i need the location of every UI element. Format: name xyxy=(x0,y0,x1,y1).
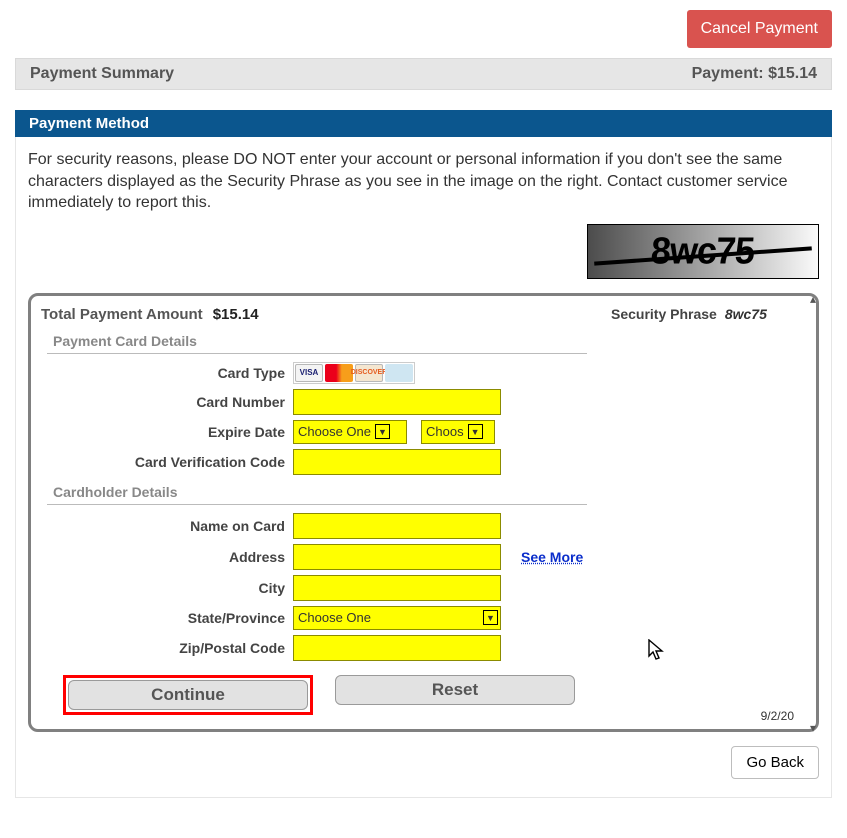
mastercard-icon[interactable] xyxy=(325,364,353,382)
card-number-input[interactable] xyxy=(293,389,501,415)
amex-icon[interactable] xyxy=(385,364,413,382)
expire-year-value: Choos xyxy=(426,424,464,439)
city-input[interactable] xyxy=(293,575,501,601)
state-value: Choose One xyxy=(298,610,371,625)
payment-summary-bar: Payment Summary Payment: $15.14 xyxy=(15,58,832,90)
visa-icon[interactable]: VISA xyxy=(295,364,323,382)
security-message: For security reasons, please DO NOT ente… xyxy=(28,149,819,214)
scroll-down-icon[interactable]: ▾ xyxy=(806,721,820,735)
section-card-details: Payment Card Details xyxy=(47,329,587,354)
label-name: Name on Card xyxy=(41,518,293,534)
chevron-down-icon: ▼ xyxy=(375,424,390,439)
expire-month-select[interactable]: Choose One ▼ xyxy=(293,420,407,444)
label-expire: Expire Date xyxy=(41,424,293,440)
summary-right: Payment: $15.14 xyxy=(692,65,817,83)
footer-date: 9/2/20 xyxy=(761,709,794,723)
label-card-type: Card Type xyxy=(41,365,293,381)
reset-button[interactable]: Reset xyxy=(335,675,575,705)
discover-icon[interactable]: DISCOVER xyxy=(355,364,383,382)
total-label: Total Payment Amount xyxy=(41,306,203,323)
payment-method-header: Payment Method xyxy=(15,110,832,137)
captcha-image: 8wc75 xyxy=(587,224,819,279)
payment-panel: ▴ ▾ Total Payment Amount $15.14 Payment … xyxy=(28,293,819,732)
chevron-down-icon: ▼ xyxy=(468,424,483,439)
scroll-up-icon[interactable]: ▴ xyxy=(806,292,820,306)
see-more-link[interactable]: See More xyxy=(521,549,583,565)
label-address: Address xyxy=(41,549,293,565)
cvc-input[interactable] xyxy=(293,449,501,475)
cancel-payment-button[interactable]: Cancel Payment xyxy=(687,10,832,48)
label-state: State/Province xyxy=(41,610,293,626)
security-phrase-value: 8wc75 xyxy=(725,306,767,322)
expire-year-select[interactable]: Choos ▼ xyxy=(421,420,495,444)
chevron-down-icon: ▼ xyxy=(483,610,498,625)
name-input[interactable] xyxy=(293,513,501,539)
state-select[interactable]: Choose One ▼ xyxy=(293,606,501,630)
continue-button[interactable]: Continue xyxy=(68,680,308,710)
total-amount: $15.14 xyxy=(213,306,259,323)
zip-input[interactable] xyxy=(293,635,501,661)
label-cvc: Card Verification Code xyxy=(41,454,293,470)
continue-highlight: Continue xyxy=(63,675,313,715)
address-input[interactable] xyxy=(293,544,501,570)
summary-left: Payment Summary xyxy=(30,65,174,83)
label-zip: Zip/Postal Code xyxy=(41,640,293,656)
go-back-button[interactable]: Go Back xyxy=(731,746,819,779)
security-phrase-label: Security Phrase xyxy=(611,306,717,322)
label-city: City xyxy=(41,580,293,596)
card-type-icons[interactable]: VISA DISCOVER xyxy=(293,362,415,384)
label-card-number: Card Number xyxy=(41,394,293,410)
section-cardholder: Cardholder Details xyxy=(47,480,587,505)
expire-month-value: Choose One xyxy=(298,424,371,439)
